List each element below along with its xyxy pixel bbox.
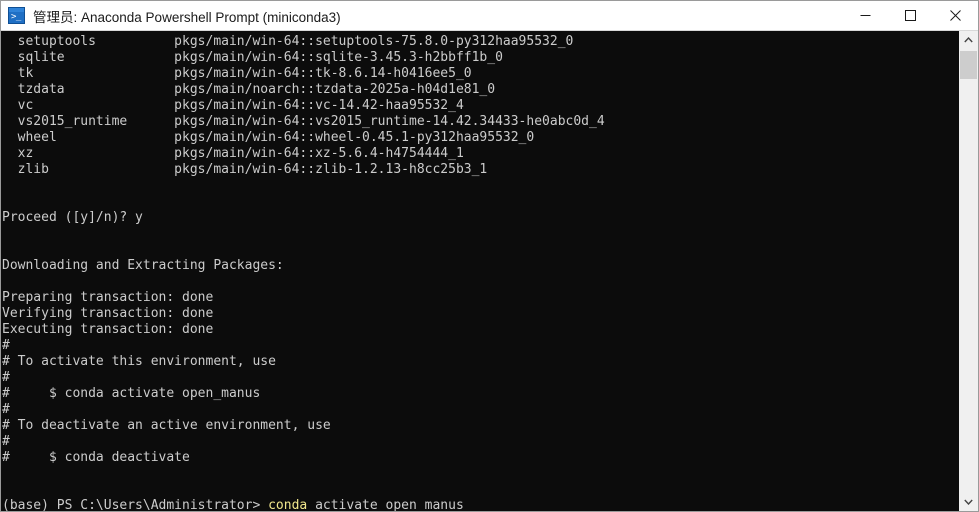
minimize-button[interactable] — [843, 1, 888, 31]
minimize-icon — [860, 15, 871, 16]
terminal-line: tzdata pkgs/main/noarch::tzdata-2025a-h0… — [2, 82, 496, 97]
terminal-line: # $ conda deactivate — [2, 450, 190, 465]
terminal-line: # To deactivate an active environment, u… — [2, 418, 331, 433]
powershell-console-icon: >_ — [8, 7, 25, 24]
terminal-line: # — [2, 338, 10, 353]
terminal-line: Verifying transaction: done — [2, 306, 214, 321]
window-controls — [843, 1, 978, 31]
window-titlebar: >_ 管理员: Anaconda Powershell Prompt (mini… — [1, 1, 978, 31]
chevron-down-icon — [964, 499, 973, 505]
titlebar-left-group: >_ 管理员: Anaconda Powershell Prompt (mini… — [1, 6, 843, 26]
close-button[interactable] — [933, 1, 978, 31]
terminal-line: # $ conda activate open_manus — [2, 386, 261, 401]
terminal-line: wheel pkgs/main/win-64::wheel-0.45.1-py3… — [2, 130, 535, 145]
terminal-line: xz pkgs/main/win-64::xz-5.6.4-h4754444_1 — [2, 146, 464, 161]
terminal-line: # — [2, 434, 10, 449]
vertical-scrollbar[interactable] — [958, 31, 978, 511]
terminal-line: zlib pkgs/main/win-64::zlib-1.2.13-h8cc2… — [2, 162, 488, 177]
terminal-line: # — [2, 402, 10, 417]
terminal-line: tk pkgs/main/win-64::tk-8.6.14-h0416ee5_… — [2, 66, 472, 81]
terminal-output[interactable]: setuptools pkgs/main/win-64::setuptools-… — [1, 31, 958, 511]
terminal-line: # To activate this environment, use — [2, 354, 276, 369]
close-icon — [950, 10, 961, 21]
maximize-button[interactable] — [888, 1, 933, 31]
chevron-up-icon — [964, 37, 973, 43]
terminal-line: sqlite pkgs/main/win-64::sqlite-3.45.3-h… — [2, 50, 503, 65]
terminal-line: Executing transaction: done — [2, 322, 214, 337]
scrollbar-down-button[interactable] — [959, 493, 978, 511]
scrollbar-track[interactable] — [959, 49, 978, 493]
console-window: >_ 管理员: Anaconda Powershell Prompt (mini… — [0, 0, 979, 512]
terminal-line: Downloading and Extracting Packages: — [2, 258, 284, 273]
terminal-line: (base) PS C:\Users\Administrator> conda … — [1, 498, 958, 511]
terminal-token: activate open_manus — [307, 498, 464, 511]
terminal-line: Proceed ([y]/n)? y — [2, 210, 143, 225]
terminal-token: conda — [268, 498, 308, 511]
terminal-line: vs2015_runtime pkgs/main/win-64::vs2015_… — [2, 114, 605, 129]
scrollbar-up-button[interactable] — [959, 31, 978, 49]
terminal-line: vc pkgs/main/win-64::vc-14.42-haa95532_4 — [2, 98, 464, 113]
maximize-icon — [905, 10, 916, 21]
console-area: setuptools pkgs/main/win-64::setuptools-… — [1, 31, 978, 511]
window-title: 管理员: Anaconda Powershell Prompt (minicon… — [33, 9, 341, 25]
terminal-line: Preparing transaction: done — [2, 290, 214, 305]
powershell-prompt-glyph: >_ — [11, 12, 21, 22]
terminal-line: setuptools pkgs/main/win-64::setuptools-… — [2, 34, 574, 49]
terminal-line: # — [2, 370, 10, 385]
terminal-token: (base) PS C:\Users\Administrator> — [2, 498, 269, 511]
scrollbar-thumb[interactable] — [960, 51, 977, 79]
